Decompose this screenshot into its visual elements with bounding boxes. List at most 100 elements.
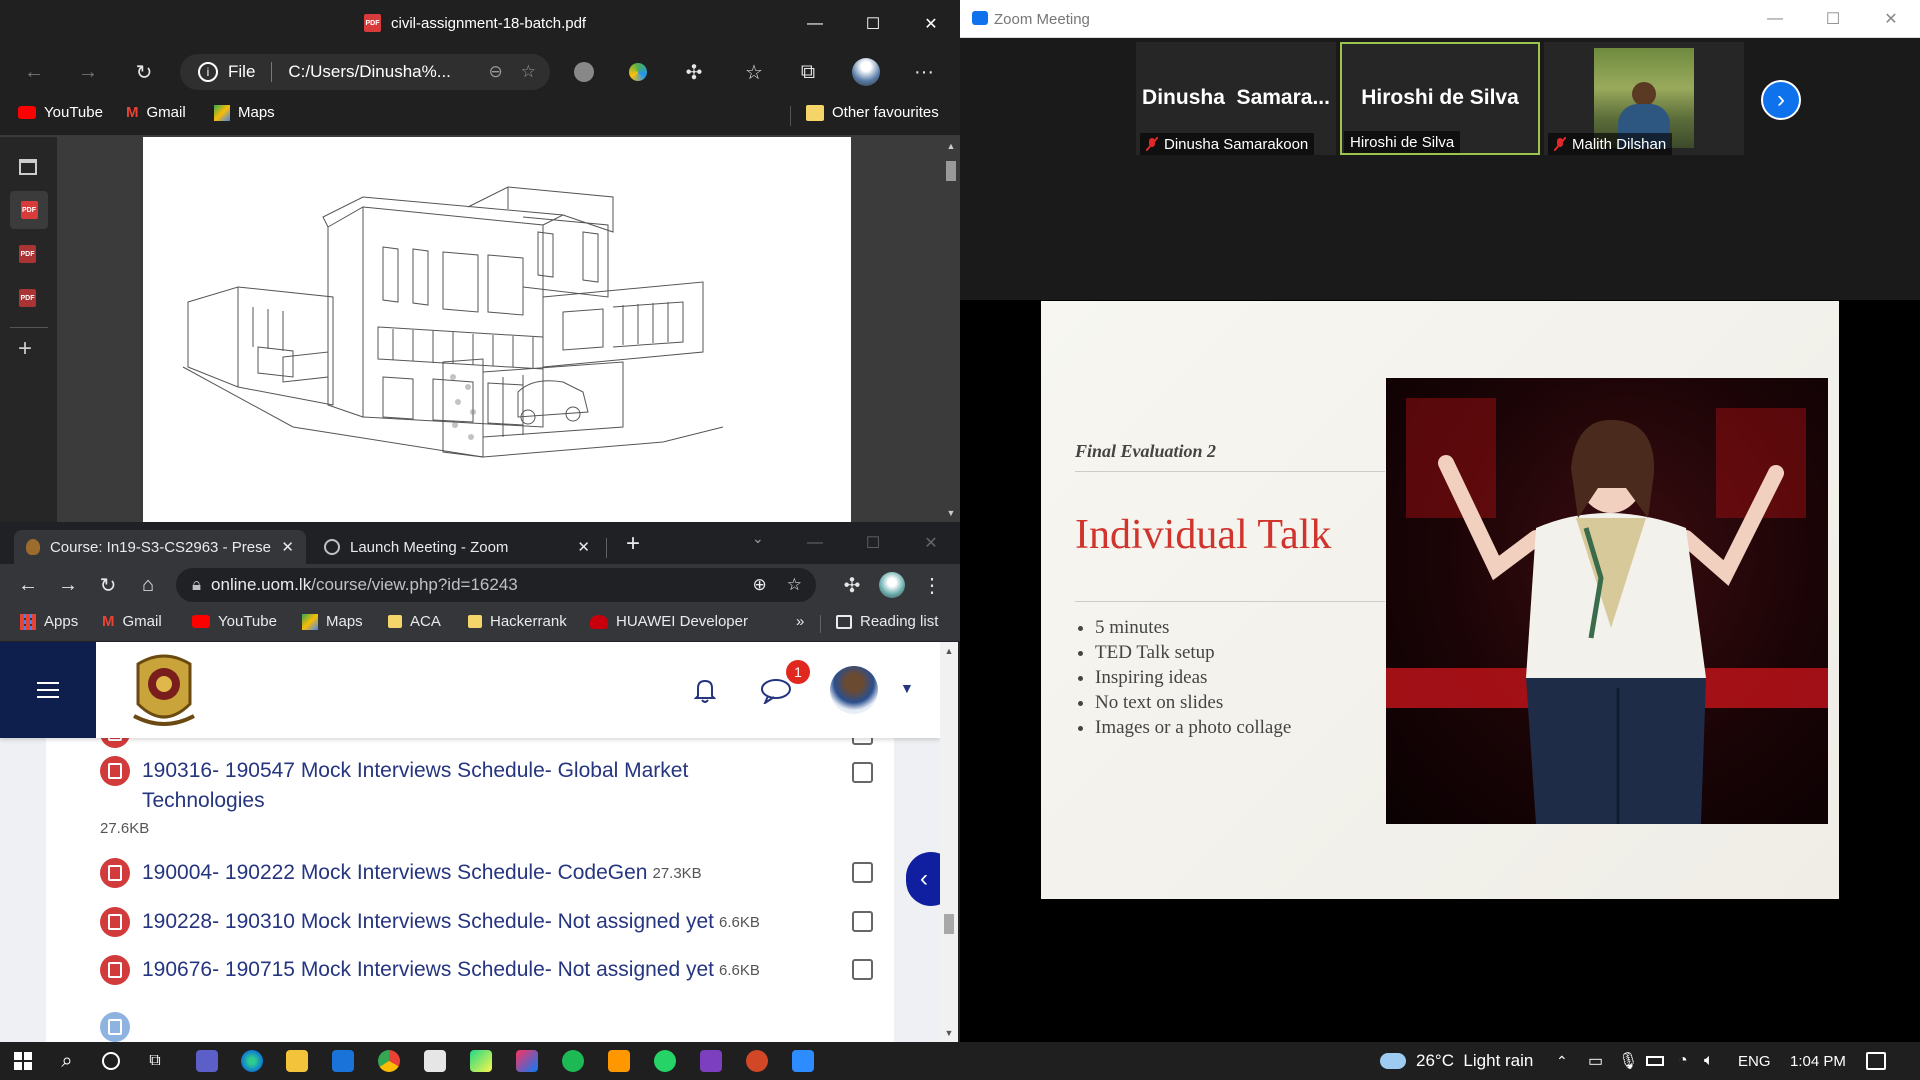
bookmark-hackerrank[interactable]: Hackerrank xyxy=(468,613,567,630)
collections-icon[interactable]: ⧉ xyxy=(794,58,822,86)
favourites-icon[interactable]: ☆ xyxy=(740,58,768,86)
meet-now-icon[interactable]: ▭ xyxy=(1588,1042,1603,1080)
scroll-up-arrow[interactable]: ▲ xyxy=(942,141,960,151)
tab-search-chevron-icon[interactable]: ⌄ xyxy=(752,530,764,547)
taskbar-document-icon[interactable] xyxy=(420,1047,450,1075)
show-hidden-icons-chevron[interactable]: ⌃ xyxy=(1556,1042,1568,1080)
completion-checkbox[interactable] xyxy=(852,911,873,932)
task-view-icon[interactable]: ⧉ xyxy=(140,1047,170,1075)
bookmark-maps[interactable]: Maps xyxy=(302,613,363,630)
messages-chat-icon[interactable] xyxy=(760,678,792,704)
completion-checkbox[interactable] xyxy=(852,762,873,783)
bookmark-other-favourites[interactable]: Other favourites xyxy=(806,104,939,121)
vertical-tab-3[interactable]: PDF xyxy=(19,289,36,307)
user-avatar[interactable] xyxy=(830,666,878,714)
bookmark-aca[interactable]: ACA xyxy=(388,613,441,630)
taskbar-file-explorer-icon[interactable] xyxy=(282,1047,312,1075)
scroll-up-arrow[interactable]: ▲ xyxy=(940,646,958,656)
next-page-button[interactable]: › xyxy=(1761,80,1801,120)
add-favourite-icon[interactable]: ☆ xyxy=(521,62,536,82)
taskbar-video-editor-icon[interactable] xyxy=(696,1047,726,1075)
action-center-icon[interactable] xyxy=(1866,1042,1886,1080)
file-link[interactable]: 190676- 190715 Mock Interviews Schedule-… xyxy=(142,955,714,985)
minimize-button[interactable]: — xyxy=(786,522,844,564)
new-tab-plus-icon[interactable]: + xyxy=(18,335,32,363)
tab-actions-icon[interactable] xyxy=(19,159,37,175)
taskbar-zoom-icon[interactable] xyxy=(788,1047,818,1075)
close-tab-icon[interactable]: ✕ xyxy=(577,538,590,556)
windows-start-icon[interactable] xyxy=(8,1047,38,1075)
microphone-icon[interactable]: 🎙︎ xyxy=(1618,1042,1638,1080)
taskbar-chrome-icon[interactable] xyxy=(374,1047,404,1075)
page-vertical-scrollbar[interactable]: ▲ ▼ xyxy=(940,642,958,1042)
bookmark-gmail[interactable]: M Gmail xyxy=(126,104,186,121)
file-row[interactable]: 190316- 190547 Mock Interviews Schedule-… xyxy=(100,756,688,816)
taskbar-whatsapp-icon[interactable] xyxy=(650,1047,680,1075)
file-row[interactable]: 190228- 190310 Mock Interviews Schedule-… xyxy=(100,907,760,939)
forward-arrow-icon[interactable]: → xyxy=(54,571,82,599)
vertical-tab-active[interactable]: PDF xyxy=(10,191,48,229)
pdf-vertical-scrollbar[interactable]: ▲ ▼ xyxy=(942,137,960,522)
completion-checkbox[interactable] xyxy=(852,959,873,980)
file-link[interactable]: 190004- 190222 Mock Interviews Schedule-… xyxy=(142,858,647,888)
scroll-thumb[interactable] xyxy=(946,161,956,181)
taskbar-powerpoint-icon[interactable] xyxy=(742,1047,772,1075)
file-row-partial[interactable] xyxy=(100,1012,142,1042)
chrome-profile-avatar[interactable] xyxy=(878,571,906,599)
menu-toggle-button[interactable] xyxy=(0,642,96,738)
zoom-icon[interactable]: ⊕ xyxy=(753,575,767,595)
reload-icon[interactable]: ↻ xyxy=(94,571,122,599)
minimize-button[interactable]: — xyxy=(786,0,844,48)
file-link[interactable]: 190316- 190547 Mock Interviews Schedule-… xyxy=(142,756,688,816)
taskbar-spotify-icon[interactable] xyxy=(558,1047,588,1075)
bookmark-maps[interactable]: Maps xyxy=(214,104,275,121)
forward-arrow-icon[interactable]: → xyxy=(74,58,102,86)
colorful-extension-icon[interactable] xyxy=(624,58,652,86)
extensions-puzzle-icon[interactable]: ✣ xyxy=(838,571,866,599)
extensions-puzzle-icon[interactable]: ✣ xyxy=(680,58,708,86)
scroll-down-arrow[interactable]: ▼ xyxy=(942,508,960,518)
file-link[interactable]: 190228- 190310 Mock Interviews Schedule-… xyxy=(142,907,714,937)
back-arrow-icon[interactable]: ← xyxy=(20,58,48,86)
bookmark-apps[interactable]: Apps xyxy=(20,613,78,630)
taskbar-sublime-icon[interactable] xyxy=(604,1047,634,1075)
bookmark-star-icon[interactable]: ☆ xyxy=(787,575,802,595)
taskbar-mail-icon[interactable] xyxy=(328,1047,358,1075)
maximize-button[interactable]: ☐ xyxy=(844,522,902,564)
university-logo[interactable] xyxy=(128,646,200,734)
profile-extension-icon[interactable] xyxy=(570,58,598,86)
weather-widget[interactable]: 26°C Light rain xyxy=(1380,1042,1533,1080)
scroll-thumb[interactable] xyxy=(944,914,954,934)
profile-avatar[interactable] xyxy=(852,58,880,86)
search-icon[interactable]: ⌕ xyxy=(52,1047,82,1075)
bookmark-youtube[interactable]: YouTube xyxy=(192,613,277,630)
close-button[interactable]: ✕ xyxy=(902,522,960,564)
taskbar-intellij-icon[interactable] xyxy=(512,1047,542,1075)
tab-course[interactable]: Course: In19-S3-CS2963 - Presen ✕ xyxy=(14,530,306,564)
participant-tile[interactable]: Malith Dilshan xyxy=(1544,42,1744,155)
refresh-icon[interactable]: ↻ xyxy=(130,58,158,86)
bookmark-huawei-developer[interactable]: HUAWEI Developer xyxy=(590,613,748,630)
file-row[interactable]: 190676- 190715 Mock Interviews Schedule-… xyxy=(100,955,760,987)
close-tab-icon[interactable]: ✕ xyxy=(281,538,294,556)
notifications-bell-icon[interactable] xyxy=(694,678,716,704)
taskbar-app-whiteboard-icon[interactable] xyxy=(192,1047,222,1075)
taskbar-pycharm-icon[interactable] xyxy=(466,1047,496,1075)
bookmark-youtube[interactable]: YouTube xyxy=(18,104,103,121)
volume-icon[interactable]: 🔈︎ xyxy=(1704,1042,1714,1080)
reading-list-button[interactable]: Reading list xyxy=(836,613,938,630)
bookmark-gmail[interactable]: M Gmail xyxy=(102,613,162,630)
zoom-magnifier-icon[interactable]: ⊖ xyxy=(489,62,503,82)
back-arrow-icon[interactable]: ← xyxy=(14,571,42,599)
file-row[interactable]: 190004- 190222 Mock Interviews Schedule-… xyxy=(100,858,702,890)
user-menu-caret-icon[interactable]: ▼ xyxy=(900,680,914,696)
wifi-icon[interactable]: ◔ xyxy=(1678,1042,1688,1080)
course-index-drawer-button[interactable]: ‹ xyxy=(906,852,940,906)
edge-address-bar[interactable]: i File C:/Users/Dinusha%... ⊖ ☆ xyxy=(180,54,550,90)
vertical-tab-2[interactable]: PDF xyxy=(19,245,36,263)
chrome-omnibox[interactable]: 🔒︎ online.uom.lk /course/view.php?id=162… xyxy=(176,568,816,602)
participant-tile[interactable]: Dinusha Samara... Dinusha Samarakoon xyxy=(1136,42,1336,155)
info-icon[interactable]: i xyxy=(198,62,218,82)
battery-icon[interactable] xyxy=(1646,1042,1664,1080)
bookmarks-overflow-button[interactable]: » xyxy=(796,613,804,630)
